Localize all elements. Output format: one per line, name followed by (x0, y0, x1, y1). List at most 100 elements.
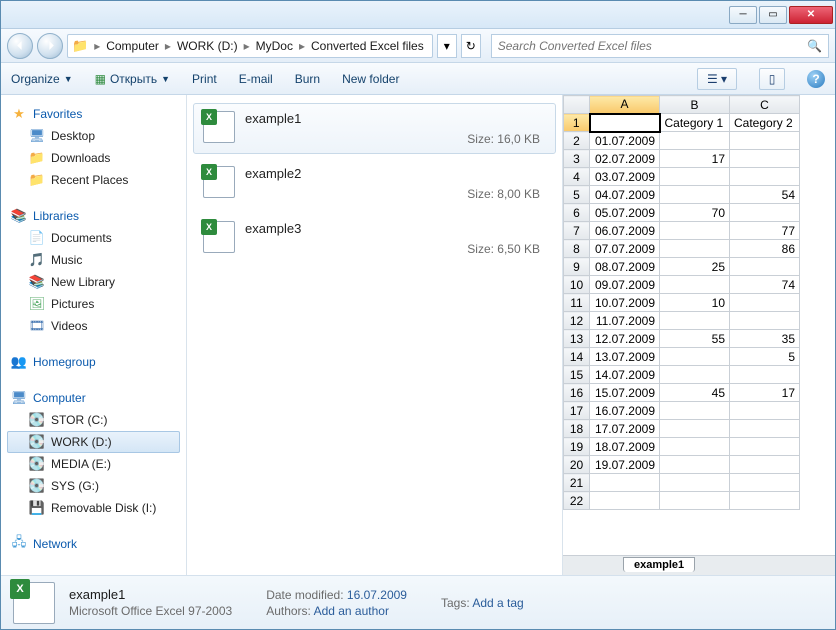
computer-header[interactable]: 🖥Computer (7, 387, 180, 409)
row-header[interactable]: 15 (564, 366, 590, 384)
file-item-example3[interactable]: X example3 Size: 6,50 KB (193, 213, 556, 264)
row-header[interactable]: 9 (564, 258, 590, 276)
cell[interactable]: 17 (660, 150, 730, 168)
row-header[interactable]: 3 (564, 150, 590, 168)
cell[interactable]: 35 (730, 330, 800, 348)
cell[interactable]: 10.07.2009 (590, 294, 660, 312)
network-header[interactable]: 🖧Network (7, 533, 180, 555)
nav-videos[interactable]: 🎞Videos (7, 315, 180, 337)
cell[interactable]: 13.07.2009 (590, 348, 660, 366)
cell[interactable]: 11.07.2009 (590, 312, 660, 330)
crumb-computer[interactable]: Computer (102, 39, 163, 53)
cell[interactable] (730, 420, 800, 438)
cell[interactable]: 14.07.2009 (590, 366, 660, 384)
nav-stor-c[interactable]: 💽STOR (C:) (7, 409, 180, 431)
cell[interactable] (660, 348, 730, 366)
close-button[interactable]: ✕ (789, 6, 833, 24)
cell[interactable]: 17.07.2009 (590, 420, 660, 438)
cell[interactable] (730, 312, 800, 330)
view-mode-button[interactable]: ☰ ▾ (697, 68, 737, 90)
cell[interactable]: 15.07.2009 (590, 384, 660, 402)
chevron-right-icon[interactable]: ▸ (92, 39, 102, 53)
row-header[interactable]: 19 (564, 438, 590, 456)
add-author[interactable]: Add an author (314, 604, 389, 618)
cell[interactable] (730, 294, 800, 312)
cell[interactable] (730, 258, 800, 276)
cell[interactable] (590, 114, 660, 132)
row-header[interactable]: 8 (564, 240, 590, 258)
refresh-button[interactable]: ↻ (461, 34, 481, 58)
cell[interactable]: 04.07.2009 (590, 186, 660, 204)
chevron-right-icon[interactable]: ▸ (297, 39, 307, 53)
nav-downloads[interactable]: 📁Downloads (7, 147, 180, 169)
cell[interactable] (730, 474, 800, 492)
col-header-c[interactable]: C (730, 96, 800, 114)
cell[interactable]: 55 (660, 330, 730, 348)
cell[interactable]: 10 (660, 294, 730, 312)
cell[interactable]: 74 (730, 276, 800, 294)
cell[interactable]: 08.07.2009 (590, 258, 660, 276)
cell[interactable] (730, 402, 800, 420)
row-header[interactable]: 11 (564, 294, 590, 312)
nav-recent[interactable]: 📁Recent Places (7, 169, 180, 191)
cell[interactable] (730, 204, 800, 222)
libraries-header[interactable]: 📚Libraries (7, 205, 180, 227)
spreadsheet-grid[interactable]: A B C 1Category 1Category 2 201.07.2009 … (563, 95, 835, 555)
cell[interactable] (660, 402, 730, 420)
cell[interactable]: 16.07.2009 (590, 402, 660, 420)
cell[interactable] (730, 132, 800, 150)
nav-documents[interactable]: 📄Documents (7, 227, 180, 249)
chevron-right-icon[interactable]: ▸ (163, 39, 173, 53)
cell[interactable]: 19.07.2009 (590, 456, 660, 474)
file-item-example1[interactable]: X example1 Size: 16,0 KB (193, 103, 556, 154)
organize-menu[interactable]: Organize ▼ (11, 72, 73, 86)
preview-pane-button[interactable]: ▯ (759, 68, 785, 90)
maximize-button[interactable]: ▭ (759, 6, 787, 24)
cell[interactable]: 03.07.2009 (590, 168, 660, 186)
row-header[interactable]: 14 (564, 348, 590, 366)
cell[interactable]: 09.07.2009 (590, 276, 660, 294)
cell[interactable]: Category 2 (730, 114, 800, 132)
cell[interactable] (730, 168, 800, 186)
open-button[interactable]: ▦ Открыть ▼ (95, 72, 170, 86)
chevron-right-icon[interactable]: ▸ (242, 39, 252, 53)
cell[interactable] (730, 492, 800, 510)
row-header[interactable]: 12 (564, 312, 590, 330)
print-button[interactable]: Print (192, 72, 217, 86)
cell[interactable]: 18.07.2009 (590, 438, 660, 456)
row-header[interactable]: 20 (564, 456, 590, 474)
cell[interactable] (660, 168, 730, 186)
cell[interactable] (660, 474, 730, 492)
forward-button[interactable] (37, 33, 63, 59)
cell[interactable] (730, 438, 800, 456)
cell[interactable] (730, 456, 800, 474)
crumb-work[interactable]: WORK (D:) (173, 39, 242, 53)
cell[interactable]: 12.07.2009 (590, 330, 660, 348)
cell[interactable] (660, 276, 730, 294)
cell[interactable]: 5 (730, 348, 800, 366)
cell[interactable] (730, 366, 800, 384)
cell[interactable] (660, 312, 730, 330)
nav-pictures[interactable]: 🖼Pictures (7, 293, 180, 315)
burn-button[interactable]: Burn (295, 72, 320, 86)
cell[interactable] (660, 438, 730, 456)
row-header[interactable]: 21 (564, 474, 590, 492)
cell[interactable] (660, 132, 730, 150)
add-tag[interactable]: Add a tag (472, 596, 523, 610)
file-item-example2[interactable]: X example2 Size: 8,00 KB (193, 158, 556, 209)
row-header[interactable]: 2 (564, 132, 590, 150)
cell[interactable]: 86 (730, 240, 800, 258)
col-header-b[interactable]: B (660, 96, 730, 114)
cell[interactable]: 25 (660, 258, 730, 276)
cell[interactable]: 07.07.2009 (590, 240, 660, 258)
cell[interactable]: Category 1 (660, 114, 730, 132)
help-button[interactable]: ? (807, 70, 825, 88)
nav-work-d[interactable]: 💽WORK (D:) (7, 431, 180, 453)
sheet-tab[interactable]: example1 (623, 557, 695, 572)
row-header[interactable]: 18 (564, 420, 590, 438)
row-header[interactable]: 17 (564, 402, 590, 420)
cell[interactable]: 54 (730, 186, 800, 204)
cell[interactable] (660, 186, 730, 204)
cell[interactable] (660, 420, 730, 438)
cell[interactable] (590, 492, 660, 510)
